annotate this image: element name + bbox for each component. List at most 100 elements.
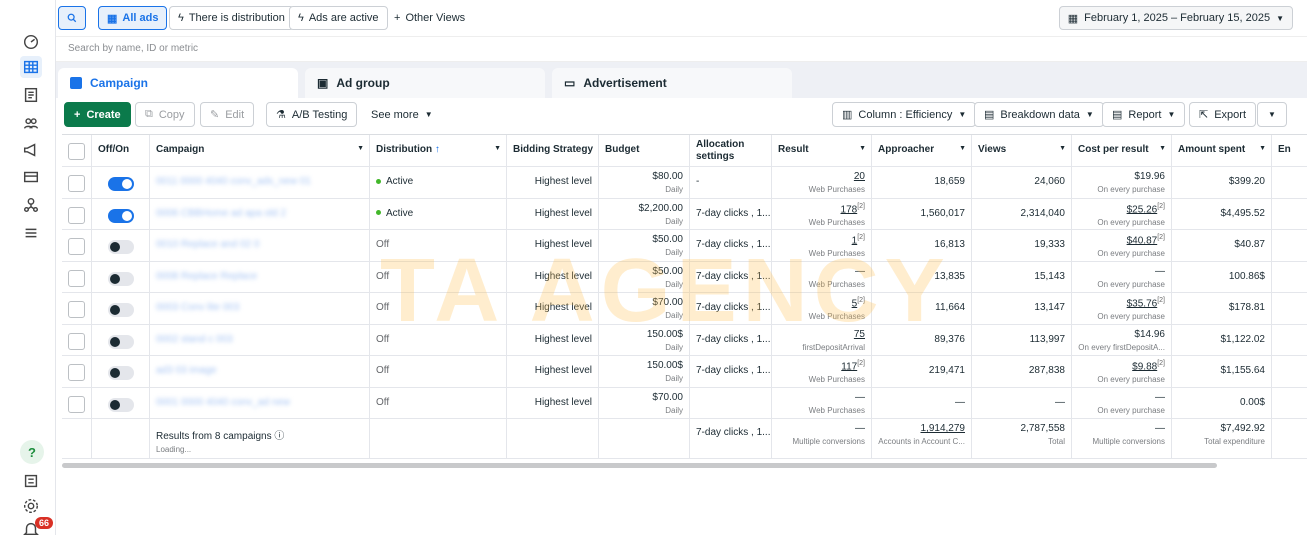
campaign-name-cell[interactable]: 0001 0000 4040 conv_ad new: [150, 387, 370, 418]
row-checkbox[interactable]: [68, 332, 85, 350]
columns-button[interactable]: ▥ Column : Efficiency ▼: [832, 102, 977, 127]
toggle-cell[interactable]: [92, 230, 150, 261]
toggle-cell[interactable]: [92, 324, 150, 355]
header-end[interactable]: En: [1272, 135, 1307, 166]
campaign-name-cell[interactable]: 0002 stand c 003: [150, 324, 370, 355]
campaign-name-link[interactable]: 0011 0000 4040 conv_ads_new 01: [156, 176, 311, 187]
header-approacher[interactable]: Approacher ▼: [872, 135, 972, 166]
campaign-name-link[interactable]: 0010 Replace and 02 0: [156, 239, 259, 250]
row-checkbox-cell[interactable]: [62, 324, 92, 355]
campaign-name-cell[interactable]: 0008 Replace Replace: [150, 261, 370, 292]
dashboard-icon[interactable]: [20, 31, 42, 53]
campaign-toggle[interactable]: [107, 177, 134, 191]
header-result[interactable]: Result ▼: [772, 135, 872, 166]
budget-cell[interactable]: $50.00 Daily: [599, 230, 690, 261]
other-views-button[interactable]: + Other Views: [386, 6, 473, 30]
toggle-cell[interactable]: [92, 293, 150, 324]
tab-campaign[interactable]: Campaign: [58, 68, 298, 98]
documents-icon[interactable]: [20, 470, 42, 492]
table-row[interactable]: 0010 Replace and 02 0 Off Highest level $50…: [62, 230, 1307, 262]
campaign-name-cell[interactable]: 0006 CBBHome ad apa old 2: [150, 198, 370, 229]
report-button[interactable]: ▤ Report ▼: [1102, 102, 1186, 127]
row-checkbox[interactable]: [68, 364, 85, 381]
row-checkbox[interactable]: [68, 301, 85, 318]
budget-cell[interactable]: 150.00$ Daily: [599, 324, 690, 355]
select-all-checkbox-cell[interactable]: [62, 135, 92, 166]
row-checkbox-cell[interactable]: [62, 198, 92, 229]
row-checkbox-cell[interactable]: [62, 387, 92, 418]
events-icon[interactable]: [20, 194, 42, 216]
campaign-name-cell[interactable]: 0003 Conv lite 003: [150, 293, 370, 324]
ab-testing-button[interactable]: ⚗ A/B Testing: [266, 102, 358, 127]
tab-advertisement[interactable]: ▭ Advertisement: [552, 68, 792, 98]
export-options-button[interactable]: ▼: [1257, 102, 1287, 127]
search-toggle-button[interactable]: [58, 6, 86, 30]
header-allocation[interactable]: Allocation settings: [690, 135, 772, 166]
header-cost-per-result[interactable]: Cost per result ▼: [1072, 135, 1172, 166]
header-bidding[interactable]: Bidding Strategy: [507, 135, 599, 166]
billing-icon[interactable]: [20, 166, 42, 188]
copy-button[interactable]: ⧉ Copy: [135, 102, 195, 127]
campaign-toggle[interactable]: [107, 208, 134, 223]
row-checkbox-cell[interactable]: [62, 356, 92, 387]
row-checkbox[interactable]: [68, 269, 85, 287]
toggle-cell[interactable]: [92, 198, 150, 229]
row-checkbox[interactable]: [68, 395, 85, 413]
campaign-name-link[interactable]: ad3 03 image: [156, 365, 217, 376]
table-row[interactable]: 0003 Conv lite 003 Off Highest level $70.00…: [62, 293, 1307, 325]
budget-cell[interactable]: $70.00 Daily: [599, 293, 690, 324]
budget-cell[interactable]: $80.00 Daily: [599, 167, 690, 198]
header-distribution[interactable]: Distribution ↑ ▼: [370, 135, 507, 166]
header-campaign[interactable]: Campaign ▼: [150, 135, 370, 166]
export-button[interactable]: ⇱ Export: [1189, 102, 1257, 127]
megaphone-icon[interactable]: [20, 139, 42, 161]
edit-button[interactable]: ✎ Edit: [200, 102, 255, 127]
campaign-name-cell[interactable]: ad3 03 image: [150, 356, 370, 387]
toggle-cell[interactable]: [92, 356, 150, 387]
campaign-toggle[interactable]: [107, 303, 134, 317]
campaign-name-link[interactable]: 0003 Conv lite 003: [156, 302, 239, 313]
campaign-name-cell[interactable]: 0011 0000 4040 conv_ads_new 01: [150, 167, 370, 198]
campaign-toggle[interactable]: [107, 271, 134, 286]
help-icon[interactable]: ?: [20, 440, 44, 464]
toggle-cell[interactable]: [92, 387, 150, 418]
row-checkbox[interactable]: [68, 175, 85, 192]
campaign-name-cell[interactable]: 0010 Replace and 02 0: [150, 230, 370, 261]
select-all-checkbox[interactable]: [68, 143, 85, 160]
row-checkbox-cell[interactable]: [62, 293, 92, 324]
table-row[interactable]: ad3 03 image Off Highest level 150.00$ Daily…: [62, 356, 1307, 388]
audience-icon[interactable]: [20, 112, 42, 134]
campaign-toggle[interactable]: [107, 366, 134, 380]
header-amount-spent[interactable]: Amount spent ▼: [1172, 135, 1272, 166]
tab-ad-group[interactable]: ▣ Ad group: [305, 68, 545, 98]
campaign-toggle[interactable]: [107, 240, 134, 254]
distribution-filter-button[interactable]: ϟ There is distribution: [169, 6, 294, 30]
toggle-cell[interactable]: [92, 167, 150, 198]
row-checkbox-cell[interactable]: [62, 230, 92, 261]
row-checkbox-cell[interactable]: [62, 167, 92, 198]
budget-cell[interactable]: 150.00$ Daily: [599, 356, 690, 387]
table-row[interactable]: 0002 stand c 003 Off Highest level 150.00$ D…: [62, 324, 1307, 356]
budget-cell[interactable]: $50.00 Daily: [599, 261, 690, 292]
menu-icon[interactable]: [20, 222, 42, 244]
header-budget[interactable]: Budget: [599, 135, 690, 166]
settings-icon[interactable]: [20, 495, 42, 517]
table-row[interactable]: 0006 CBBHome ad apa old 2 Active Highest l…: [62, 198, 1307, 230]
ads-active-filter-button[interactable]: ϟ Ads are active: [289, 6, 388, 30]
row-checkbox-cell[interactable]: [62, 261, 92, 292]
header-views[interactable]: Views ▼: [972, 135, 1072, 166]
row-checkbox[interactable]: [68, 238, 85, 255]
table-icon[interactable]: [20, 56, 42, 78]
toggle-cell[interactable]: [92, 261, 150, 292]
see-more-button[interactable]: See more ▼: [362, 102, 442, 127]
pages-icon[interactable]: [20, 84, 42, 106]
campaign-name-link[interactable]: 0008 Replace Replace: [156, 271, 257, 282]
campaign-name-link[interactable]: 0002 stand c 003: [156, 334, 233, 345]
create-button[interactable]: + Create: [64, 102, 131, 127]
date-range-picker[interactable]: ▦ February 1, 2025 – February 15, 2025 ▼: [1058, 6, 1293, 30]
horizontal-scrollbar[interactable]: [62, 463, 1217, 468]
campaign-toggle[interactable]: [107, 397, 134, 412]
campaign-toggle[interactable]: [107, 334, 134, 349]
breakdown-button[interactable]: ▤ Breakdown data ▼: [974, 102, 1104, 127]
all-ads-button[interactable]: ▦ All ads: [98, 6, 168, 30]
